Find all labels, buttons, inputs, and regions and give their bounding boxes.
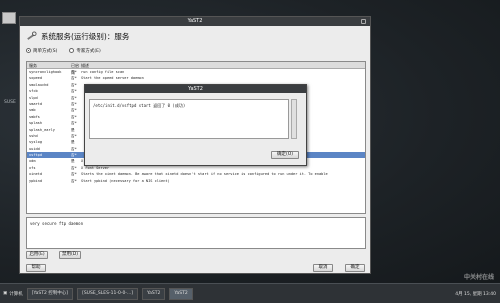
- taskbar-item[interactable]: [SUSE_SLES-11-0-0-...]: [77, 287, 138, 300]
- help-button[interactable]: 帮助: [26, 264, 46, 272]
- dialog-ok-button[interactable]: 确定(O): [271, 151, 299, 159]
- dialog-message: /etc/init.d/vsftpd start 返回了 0 (成功): [89, 99, 289, 139]
- table-row[interactable]: ypbind 否* Start ypbind (necessary for a NI…: [27, 178, 365, 184]
- enabled-cell: 否*: [71, 178, 77, 183]
- desktop-label: SUSE: [4, 100, 16, 105]
- close-icon[interactable]: [361, 19, 366, 24]
- service-cell: ypbind: [29, 178, 42, 183]
- description-cell: Start ypbind (necessary for a NIS client…: [81, 178, 170, 183]
- mode-expert-radio[interactable]: 专家方式(E): [69, 48, 101, 54]
- start-menu[interactable]: ▣ 计算机: [3, 291, 23, 297]
- table-header: 服务 已启用 描述: [27, 62, 365, 75]
- column-header-enabled[interactable]: 已启用: [69, 62, 79, 75]
- taskbar-item[interactable]: YaST2: [169, 287, 193, 300]
- mode-selector: 简单方式(S) 专家方式(E): [20, 46, 370, 55]
- window-titlebar[interactable]: YaST2: [20, 17, 370, 26]
- ok-button[interactable]: 确定: [345, 264, 365, 272]
- page-heading: 系统服务(运行级别)：服务: [20, 26, 370, 46]
- service-description: very secure ftp daemon: [26, 217, 366, 249]
- column-header-service[interactable]: 服务: [27, 62, 69, 68]
- column-header-description[interactable]: 描述: [79, 62, 365, 68]
- cancel-button[interactable]: 取消: [313, 264, 333, 272]
- radio-unchecked-icon: [69, 48, 75, 53]
- taskbar: ▣ 计算机 [YaST2 控制中心] [SUSE_SLES-11-0-0-...…: [0, 283, 500, 303]
- window-title: YaST2: [187, 18, 203, 24]
- computer-icon[interactable]: [2, 12, 16, 24]
- radio-checked-icon: [26, 48, 31, 53]
- taskbar-item[interactable]: YaST2: [141, 287, 166, 300]
- clock[interactable]: 4月 15, 星期 13:40: [455, 291, 496, 297]
- result-dialog: YaST2 /etc/init.d/vsftpd start 返回了 0 (成功…: [84, 84, 307, 166]
- enable-button[interactable]: 启用(E): [26, 251, 48, 259]
- dialog-scrollbar[interactable]: [291, 99, 297, 139]
- taskbar-item[interactable]: [YaST2 控制中心]: [26, 287, 74, 300]
- dialog-title[interactable]: YaST2: [85, 85, 306, 93]
- mode-simple-radio[interactable]: 简单方式(S): [26, 48, 57, 54]
- computer-menu-icon: ▣: [3, 291, 8, 296]
- watermark: 中关村在线: [463, 274, 494, 281]
- tray: 4月 15, 星期 13:40: [455, 291, 496, 297]
- disable-button[interactable]: 禁用(D): [59, 251, 81, 259]
- wrench-icon: [27, 30, 37, 40]
- page-title: 系统服务(运行级别)：服务: [41, 31, 130, 41]
